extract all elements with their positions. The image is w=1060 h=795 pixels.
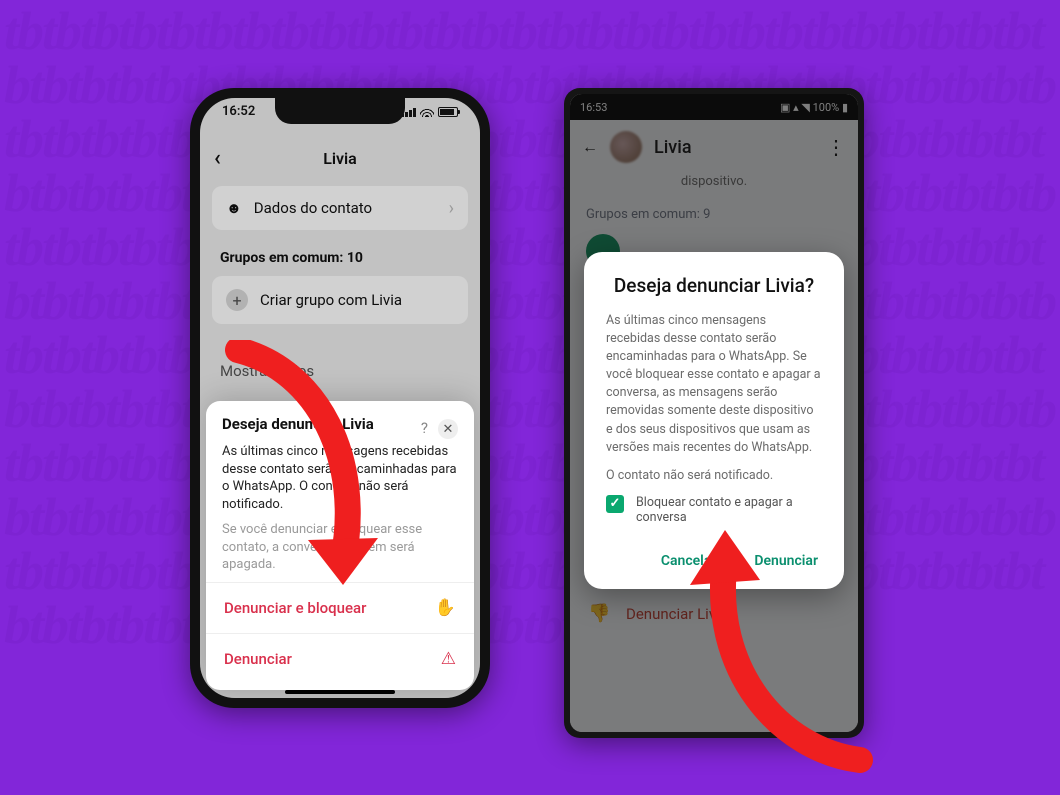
android-frame: 16:53 ▣ ▴ ◥ 100% ▮ ← Livia ⋮ dispositivo…: [564, 88, 864, 738]
report-and-block-label: Denunciar e bloquear: [224, 599, 366, 617]
android-report-dialog: Deseja denunciar Livia? As últimas cinco…: [584, 252, 844, 589]
report-confirm-button[interactable]: Denunciar: [750, 545, 822, 577]
groups-in-common-label: Grupos em comum: 10: [200, 238, 480, 268]
report-and-block-button[interactable]: Denunciar e bloquear ✋: [206, 582, 474, 633]
block-and-delete-checkbox-row[interactable]: ✓ Bloquear contato e apagar a conversa: [606, 495, 822, 525]
back-icon[interactable]: ‹: [214, 146, 221, 171]
contact-data-row[interactable]: ☻ Dados do contato ›: [212, 186, 468, 230]
contact-card-icon: ☻: [226, 199, 242, 217]
ios-report-sheet: Deseja denunciar Livia ? ✕ As últimas ci…: [206, 401, 474, 690]
hand-stop-icon: ✋: [435, 598, 456, 618]
wifi-icon: [420, 107, 434, 117]
create-group-label: Criar grupo com Livia: [260, 291, 402, 309]
ios-sheet-title: Deseja denunciar Livia: [222, 415, 374, 433]
ios-status-time: 16:52: [222, 104, 255, 119]
android-dialog-notice: O contato não será notificado.: [606, 467, 822, 485]
iphone-screen: 16:52 ‹ Livia ☻ Dados do contato › Grupo…: [200, 98, 480, 698]
chevron-right-icon: ›: [449, 198, 454, 219]
close-icon[interactable]: ✕: [438, 419, 458, 439]
report-label: Denunciar: [224, 650, 292, 668]
android-dialog-title: Deseja denunciar Livia?: [606, 274, 822, 298]
android-dialog-actions: Cancelar Denunciar: [606, 539, 822, 577]
help-icon[interactable]: ?: [421, 419, 428, 439]
ios-sheet-body: As últimas cinco mensagens recebidas des…: [222, 443, 458, 513]
iphone-frame: 16:52 ‹ Livia ☻ Dados do contato › Grupo…: [190, 88, 490, 708]
android-screen: 16:53 ▣ ▴ ◥ 100% ▮ ← Livia ⋮ dispositivo…: [570, 94, 858, 732]
plus-icon: +: [226, 289, 248, 311]
battery-icon: [438, 107, 458, 117]
block-and-delete-checkbox-label: Bloquear contato e apagar a conversa: [636, 495, 822, 525]
report-button[interactable]: Denunciar ⚠: [206, 633, 474, 684]
ios-nav-bar: ‹ Livia: [200, 138, 480, 178]
ios-nav-title: Livia: [323, 149, 357, 168]
contact-data-label: Dados do contato: [254, 199, 372, 217]
android-dialog-body: As últimas cinco mensagens recebidas des…: [606, 312, 822, 457]
checkbox-checked-icon[interactable]: ✓: [606, 495, 624, 513]
create-group-row[interactable]: + Criar grupo com Livia: [212, 276, 468, 324]
home-indicator[interactable]: [285, 690, 395, 694]
show-all-link[interactable]: Mostrar todos: [200, 332, 480, 380]
ios-sheet-muted: Se você denunciar e bloquear esse contat…: [222, 521, 458, 574]
iphone-notch: [275, 98, 405, 124]
background-pattern: tbtbtbtbtbtbtbtbtbtbtbtbtbtbtbtbtbtbtbtb…: [0, 0, 1060, 795]
warning-icon: ⚠: [441, 649, 456, 669]
cancel-button[interactable]: Cancelar: [657, 545, 721, 577]
